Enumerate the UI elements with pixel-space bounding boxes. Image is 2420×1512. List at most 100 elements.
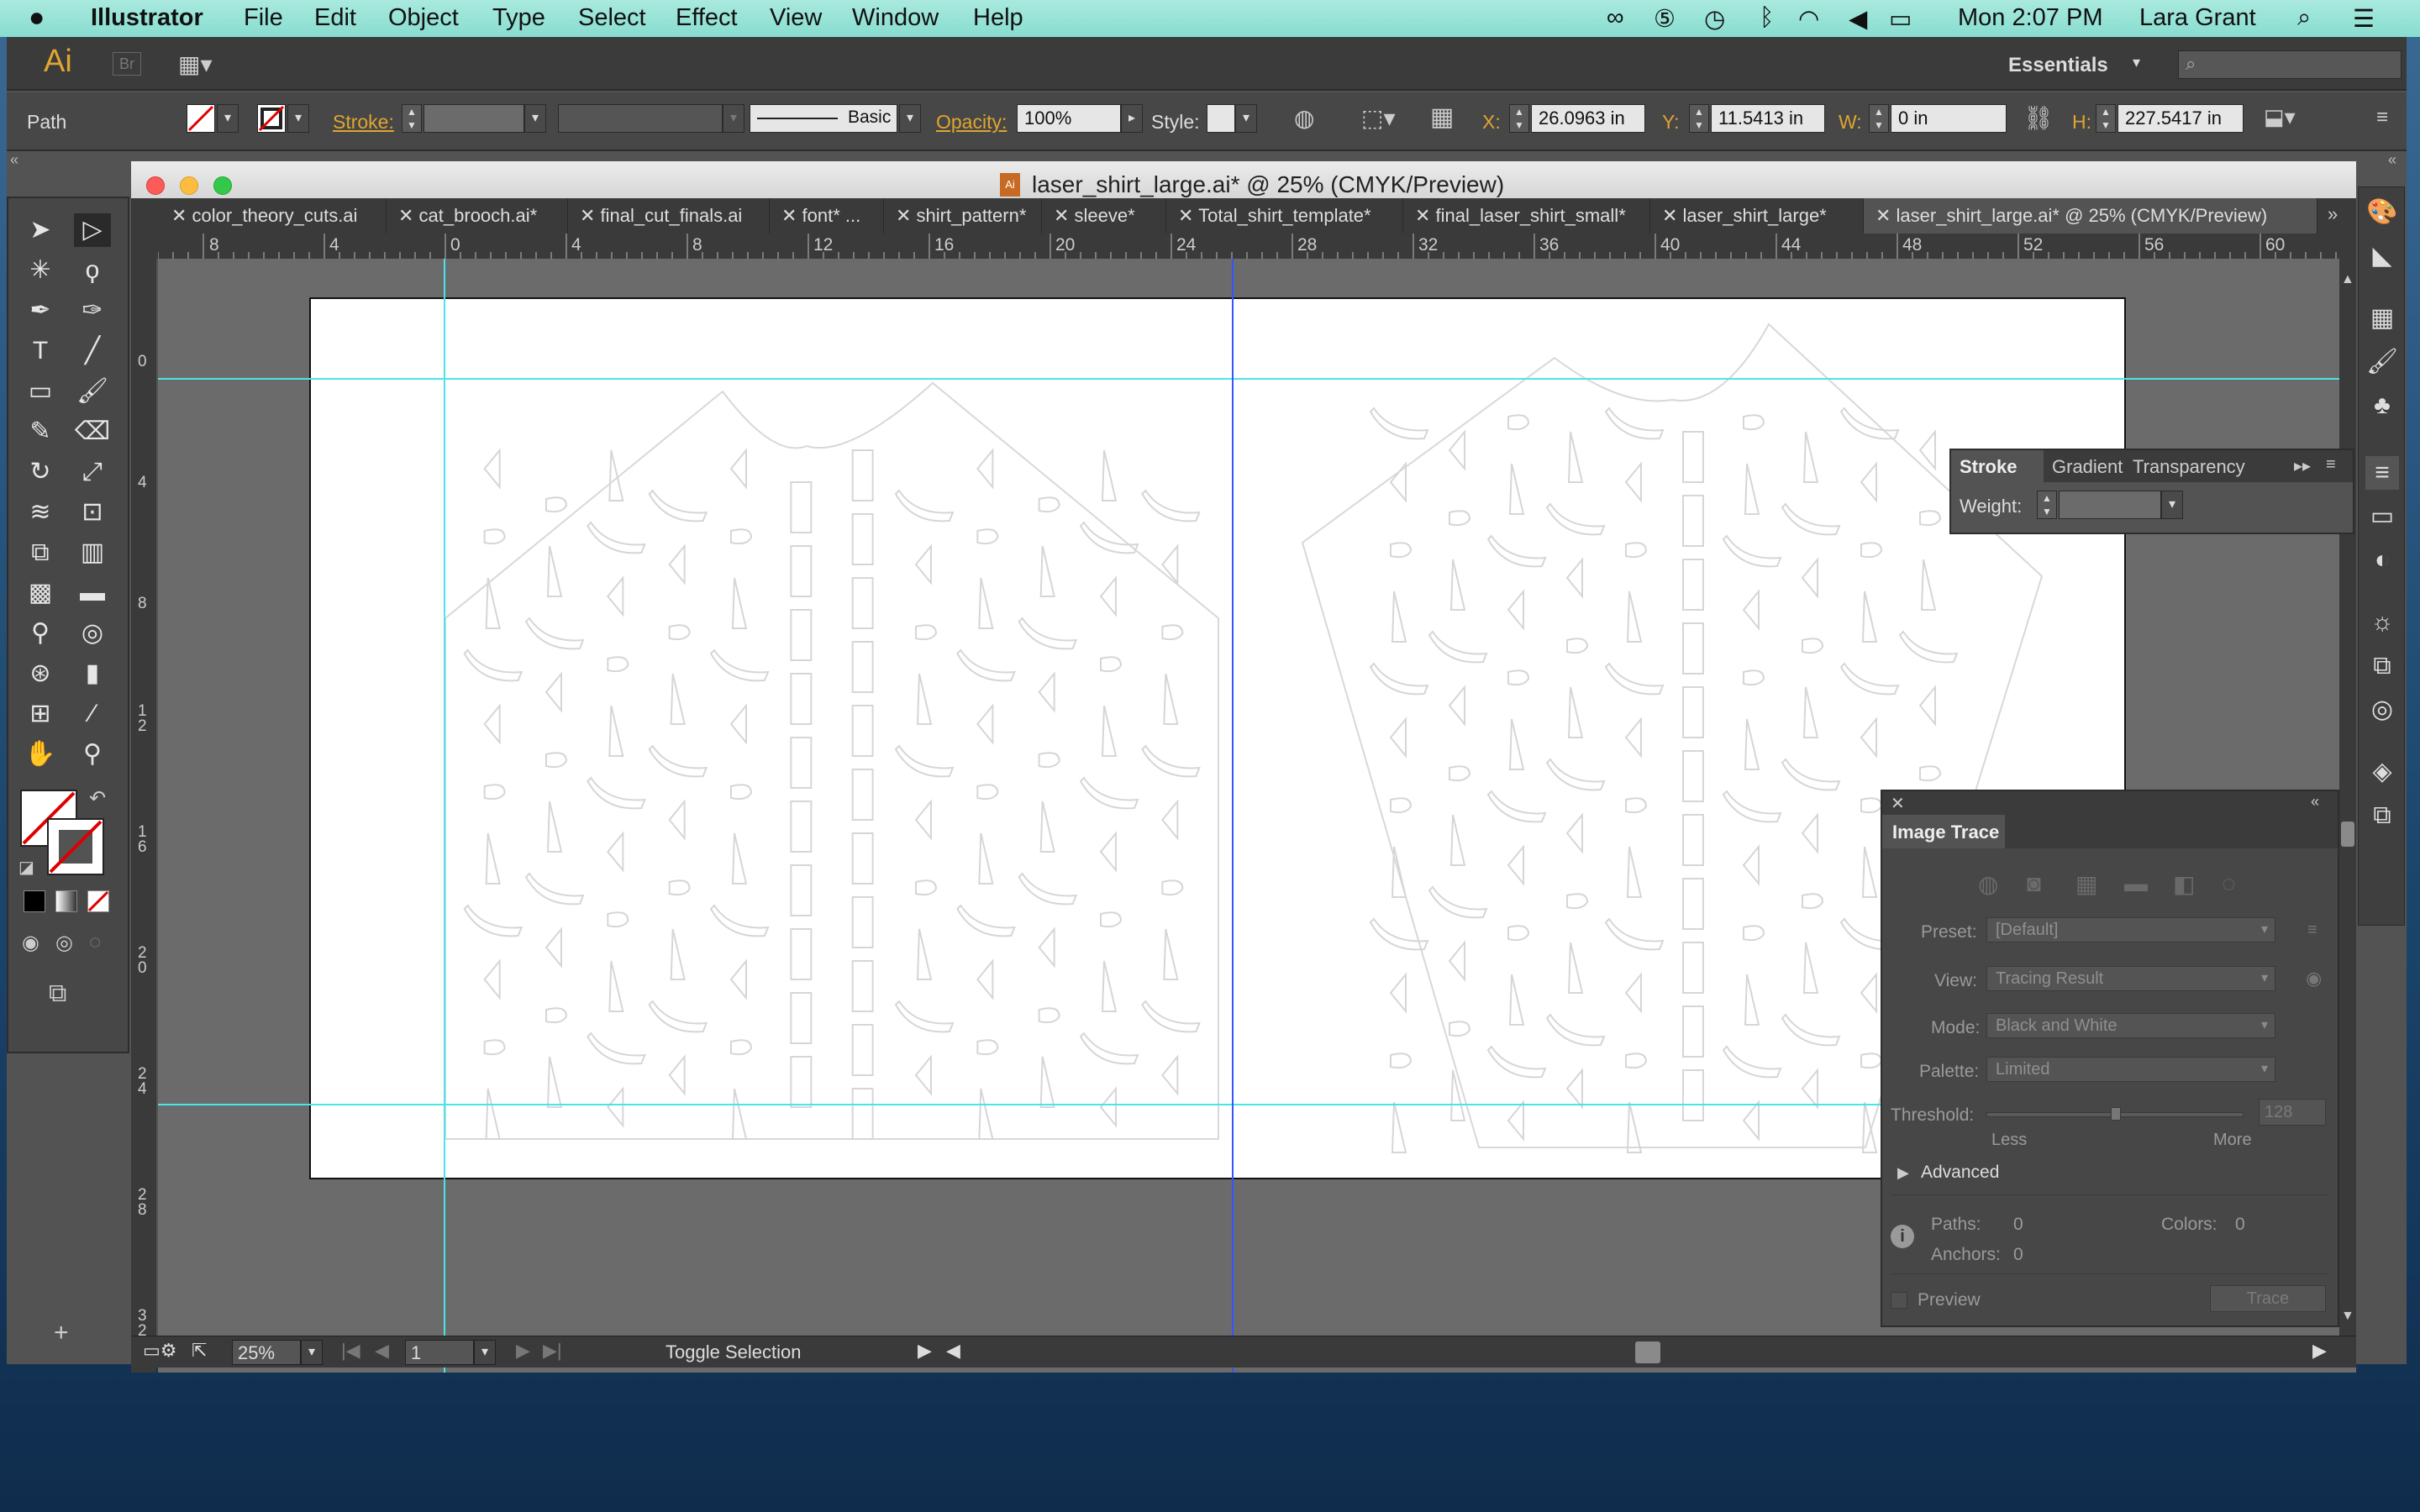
x-stepper[interactable]: ▲ ▼ [1509,104,1529,133]
stroke-panel-icon[interactable]: ≡ [2365,456,2399,490]
user-name[interactable]: Lara Grant [2139,4,2256,32]
stroke-swatch[interactable] [257,104,286,133]
scroll-up-arrow[interactable]: ▲ [2341,272,2354,287]
graphic-styles-icon[interactable]: ⧉ [2365,649,2399,683]
image-trace-title[interactable]: Image Trace [1892,822,1999,843]
tab-laser-shirt-large-active[interactable]: ✕ laser_shirt_large.ai* @ 25% (CMYK/Prev… [1864,198,2317,234]
tab-total-shirt-template[interactable]: ✕ Total_shirt_template* [1166,198,1403,234]
tab-stroke[interactable]: Stroke [1960,456,2017,478]
last-artboard-icon[interactable]: ▶| [543,1340,562,1362]
constrain-proportions-icon[interactable]: ⛓ [2023,104,2054,132]
vertical-scrollbar[interactable]: ▲ ▼ [2339,234,2356,1336]
mesh-tool-icon[interactable]: ▩ [22,576,59,610]
help-search-input[interactable]: ⌕ [2178,50,2402,79]
slice-tool-icon[interactable]: ⁄ [74,697,111,731]
hand-tool-icon[interactable]: ✋ [22,738,59,771]
workspace-dropdown-icon[interactable]: ▾ [2133,54,2140,71]
stroke-weight-field[interactable] [424,104,524,133]
view-select[interactable]: Tracing Result ▾ [1986,966,2275,991]
swatches-panel-icon[interactable]: ▦ [2365,302,2399,335]
tab-transparency[interactable]: Transparency [2133,456,2245,478]
shirt-pattern-artwork[interactable] [311,299,2124,1178]
horizontal-guide[interactable] [158,378,2339,380]
curvature-tool-icon[interactable]: ✑ [74,294,111,328]
html5-icon[interactable]: ⑤ [1654,4,1676,34]
share-icon[interactable]: ⇱ [192,1340,207,1362]
artboards-panel-icon[interactable]: ⧉ [2365,799,2399,832]
align-reference-icon[interactable]: ▦ [1430,102,1454,132]
first-artboard-icon[interactable]: |◀ [341,1340,360,1362]
stroke-label[interactable]: Stroke: [333,111,394,134]
weight-field[interactable] [2059,491,2161,519]
height-field[interactable]: 227.5417 in [2118,104,2244,133]
tab-close-icon[interactable]: ✕ [171,205,192,226]
tab-gradient[interactable]: Gradient [2052,456,2123,478]
advanced-disclosure-icon[interactable]: ▶ [1897,1164,1909,1182]
tab-close-icon[interactable]: ✕ [1178,205,1198,226]
collapse-right-icon[interactable]: « [2388,151,2396,169]
panel-expand-icon[interactable]: ▸▸ [2294,455,2311,476]
tab-laser-shirt-large[interactable]: ✕ laser_shirt_large* [1650,198,1864,234]
gradient-mode-icon[interactable] [55,890,77,912]
recolor-artwork-icon[interactable]: ◍ [1294,104,1314,132]
threshold-slider-track[interactable] [1986,1107,2244,1121]
brushes-panel-icon[interactable]: 🖌 [2365,345,2399,379]
width-tool-icon[interactable]: ≋ [22,496,59,529]
advanced-toggle[interactable]: Advanced [1921,1163,1999,1183]
tab-color-theory-cuts[interactable]: ✕ color_theory_cuts.ai [160,198,387,234]
paintbrush-tool-icon[interactable]: 🖌 [74,375,111,408]
zoom-level-field[interactable]: 25% [232,1340,301,1365]
scroll-down-arrow[interactable]: ▼ [2341,1309,2354,1324]
color-guide-icon[interactable]: ◣ [2365,239,2399,273]
stroke-weight-stepper[interactable]: ▲ ▼ [402,104,422,133]
high-color-preset-icon[interactable]: ◙ [2027,870,2041,897]
tab-sleeve[interactable]: ✕ sleeve* [1042,198,1166,234]
x-position-field[interactable]: 26.0963 in [1531,104,1645,133]
transparency-panel-icon[interactable]: ◐ [2365,543,2399,577]
opacity-label[interactable]: Opacity: [936,111,1007,134]
menu-help[interactable]: Help [973,4,1023,32]
tab-cat-brooch[interactable]: ✕ cat_brooch.ai* [387,198,568,234]
fill-swatch[interactable] [187,104,215,133]
swap-fill-stroke-icon[interactable]: ↶ [89,786,106,811]
scale-tool-icon[interactable]: ⤢ [74,455,111,489]
h-stepper[interactable]: ▲ ▼ [2096,104,2116,133]
tab-close-icon[interactable]: ✕ [580,205,601,226]
zoom-window-button[interactable] [213,176,232,195]
brush-definition[interactable]: Basic [750,104,897,133]
artboard-number-field[interactable]: 1 [405,1340,474,1365]
zoom-tool-icon[interactable]: ⚲ [74,738,111,771]
horizontal-scroll-thumb[interactable] [1635,1341,1660,1363]
menu-view[interactable]: View [770,4,822,32]
panel-menu-icon[interactable]: ≡ [2326,455,2336,475]
tab-final-laser-shirt-small[interactable]: ✕ final_laser_shirt_small* [1403,198,1650,234]
tab-close-icon[interactable]: ✕ [1415,205,1436,226]
opacity-arrow[interactable]: ▸ [1121,104,1143,133]
scroll-left-arrow[interactable]: ◀ [946,1340,960,1362]
bridge-button[interactable]: Br [113,52,141,76]
notification-center-icon[interactable]: ☰ [2353,4,2375,34]
outline-preset-icon[interactable]: ◌ [2222,870,2236,897]
add-panel-icon[interactable]: + [54,1319,69,1347]
threshold-value-field[interactable]: 128 [2259,1099,2326,1126]
horizontal-scrollbar[interactable] [971,1341,2299,1363]
tab-font[interactable]: ✕ font* ... [770,198,884,234]
palette-select[interactable]: Limited ▾ [1986,1057,2275,1082]
horizontal-ruler[interactable]: 8 4 0 4 8 12 16 20 24 28 32 36 40 44 48 … [158,234,2356,259]
threshold-slider-thumb[interactable] [2111,1107,2121,1121]
zoom-dropdown[interactable]: ▾ [301,1340,323,1365]
tab-close-icon[interactable]: ✕ [1054,205,1075,226]
preset-menu-icon[interactable]: ≡ [2307,921,2317,940]
previous-artboard-icon[interactable]: ◀ [375,1340,389,1362]
appearance-panel-icon[interactable]: ☼ [2365,606,2399,639]
clock[interactable]: Mon 2:07 PM [1958,4,2102,32]
column-graph-tool-icon[interactable]: ▮ [74,657,111,690]
draw-inside-icon[interactable]: ◌ [89,931,101,954]
y-position-field[interactable]: 11.5413 in [1711,104,1825,133]
collapse-left-icon[interactable]: « [10,151,18,169]
eyedropper-tool-icon[interactable]: ⚲ [22,617,59,650]
tab-final-cut-finals[interactable]: ✕ final_cut_finals.ai [568,198,770,234]
rotate-tool-icon[interactable]: ↻ [22,455,59,489]
workspace-switcher[interactable]: Essentials [2008,54,2108,77]
eye-icon[interactable]: ◉ [2306,968,2322,990]
